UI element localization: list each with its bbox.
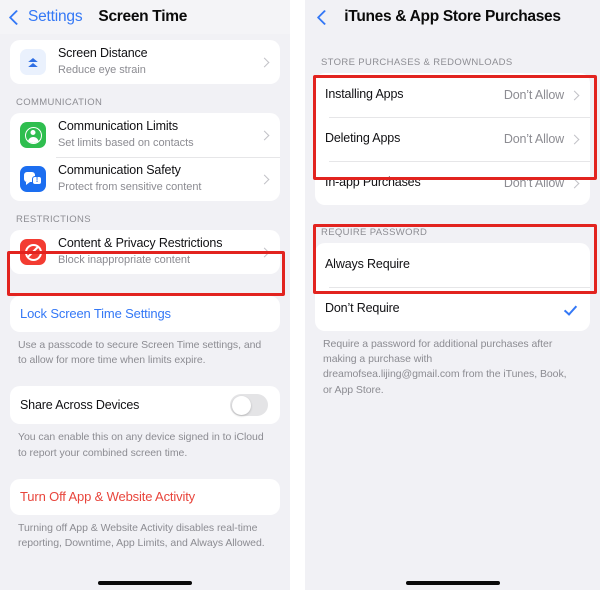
left-navbar: Settings Screen Time — [0, 0, 290, 34]
row-text-group: Turn Off App & Website Activity — [20, 483, 268, 511]
screen-distance-icon — [20, 49, 46, 75]
row-title: Communication Limits — [58, 119, 178, 134]
lock-footnote: Use a passcode to secure Screen Time set… — [18, 339, 262, 367]
row-title: Deleting Apps — [325, 131, 401, 146]
communication-card: Communication Limits Set limits based on… — [10, 113, 280, 201]
chevron-left-icon — [8, 9, 25, 25]
row-subtitle: Protect from sensitive content — [58, 180, 202, 193]
row-text-group: Don’t Require — [325, 295, 565, 323]
chevron-right-icon — [569, 90, 580, 100]
row-title: Share Across Devices — [20, 397, 140, 412]
row-text-group: Communication Limits Set limits based on… — [58, 113, 261, 156]
row-title: Turn Off App & Website Activity — [20, 488, 196, 504]
row-text-group: Screen Distance Reduce eye strain — [58, 40, 261, 83]
back-button[interactable] — [305, 9, 336, 25]
communication-section-header: COMMUNICATION — [16, 97, 103, 108]
row-text-group: In-app Purchases — [325, 169, 504, 197]
row-turn-off-app-website-activity[interactable]: Turn Off App & Website Activity — [10, 479, 280, 515]
back-to-settings-button[interactable]: Settings — [0, 8, 83, 26]
row-share-across-devices[interactable]: Share Across Devices — [10, 386, 280, 424]
row-subtitle: Block inappropriate content — [58, 253, 190, 266]
pane-divider — [290, 0, 305, 590]
left-content: Screen Distance Reduce eye strain COMMUN… — [0, 40, 290, 551]
chevron-right-icon — [569, 134, 580, 144]
restrictions-card: Content & Privacy Restrictions Block ina… — [10, 230, 280, 274]
right-navbar: iTunes & App Store Purchases — [305, 0, 600, 34]
row-communication-safety[interactable]: ! Communication Safety Protect from sens… — [10, 157, 280, 201]
chevron-right-icon — [259, 57, 270, 67]
row-title: Always Require — [325, 257, 410, 272]
lock-screen-time-card: Lock Screen Time Settings — [10, 296, 280, 332]
row-title: Don’t Require — [325, 301, 400, 316]
row-value: Don’t Allow — [503, 132, 564, 146]
right-content: STORE PURCHASES & REDOWNLOADS Installing… — [305, 34, 600, 398]
row-subtitle: Reduce eye strain — [58, 63, 146, 76]
screen-distance-card: Screen Distance Reduce eye strain — [10, 40, 280, 84]
message-alert-icon: ! — [20, 166, 46, 192]
row-installing-apps[interactable]: Installing Apps Don’t Allow — [315, 73, 590, 117]
row-text-group: Deleting Apps — [325, 125, 504, 153]
row-text-group: Always Require — [325, 251, 578, 279]
row-always-require[interactable]: Always Require — [315, 243, 590, 287]
row-text-group: Content & Privacy Restrictions Block ina… — [58, 230, 261, 273]
no-entry-icon — [20, 239, 46, 265]
share-across-devices-toggle[interactable] — [230, 394, 268, 417]
row-text-group: Communication Safety Protect from sensit… — [58, 157, 261, 200]
row-value: Don’t Allow — [503, 88, 564, 102]
require-password-section-header: REQUIRE PASSWORD — [321, 227, 428, 238]
store-purchases-section-header: STORE PURCHASES & REDOWNLOADS — [321, 57, 513, 68]
row-title: Communication Safety — [58, 163, 181, 178]
turn-off-activity-card: Turn Off App & Website Activity — [10, 478, 280, 515]
store-purchases-card: Installing Apps Don’t Allow Deleting App… — [315, 73, 590, 205]
person-circle-icon — [20, 122, 46, 148]
row-title: Screen Distance — [58, 46, 148, 61]
row-title: Installing Apps — [325, 87, 404, 102]
share-across-devices-card: Share Across Devices — [10, 386, 280, 425]
chevron-right-icon — [259, 130, 270, 140]
row-lock-screen-time-settings[interactable]: Lock Screen Time Settings — [10, 296, 280, 332]
row-in-app-purchases[interactable]: In-app Purchases Don’t Allow — [315, 161, 590, 205]
page-title: iTunes & App Store Purchases — [344, 8, 561, 25]
screenshot-root: Settings Screen Time Screen Distance Red… — [0, 0, 600, 590]
row-text-group: Lock Screen Time Settings — [20, 300, 268, 328]
row-dont-require[interactable]: Don’t Require — [315, 287, 590, 331]
row-text-group: Installing Apps — [325, 81, 504, 109]
row-deleting-apps[interactable]: Deleting Apps Don’t Allow — [315, 117, 590, 161]
row-content-privacy-restrictions[interactable]: Content & Privacy Restrictions Block ina… — [10, 230, 280, 274]
turn-off-footnote: Turning off App & Website Activity disab… — [18, 521, 265, 550]
screen-time-pane: Settings Screen Time Screen Distance Red… — [0, 0, 290, 590]
chevrons-up-icon — [24, 54, 42, 71]
share-footnote: You can enable this on any device signed… — [18, 431, 264, 459]
row-text-group: Share Across Devices — [20, 392, 230, 420]
home-indicator — [98, 581, 192, 585]
restrictions-section-header: RESTRICTIONS — [16, 214, 91, 225]
chevron-right-icon — [259, 247, 270, 257]
page-title: Screen Time — [98, 8, 188, 25]
row-value: Don’t Allow — [503, 176, 564, 190]
row-communication-limits[interactable]: Communication Limits Set limits based on… — [10, 113, 280, 157]
toggle-knob — [231, 395, 251, 415]
row-subtitle: Set limits based on contacts — [58, 136, 194, 149]
chevron-right-icon — [569, 178, 580, 188]
chevron-left-icon — [316, 9, 333, 25]
itunes-purchases-pane: iTunes & App Store Purchases STORE PURCH… — [305, 0, 600, 590]
home-indicator — [405, 581, 500, 585]
row-title: Lock Screen Time Settings — [20, 305, 171, 321]
row-title: Content & Privacy Restrictions — [58, 236, 223, 251]
require-password-footnote: Require a password for additional purcha… — [323, 338, 567, 396]
checkmark-icon — [565, 303, 578, 316]
row-title: In-app Purchases — [325, 175, 421, 190]
chevron-right-icon — [259, 174, 270, 184]
require-password-card: Always Require Don’t Require — [315, 243, 590, 331]
back-button-label: Settings — [28, 8, 83, 25]
row-screen-distance[interactable]: Screen Distance Reduce eye strain — [10, 40, 280, 84]
